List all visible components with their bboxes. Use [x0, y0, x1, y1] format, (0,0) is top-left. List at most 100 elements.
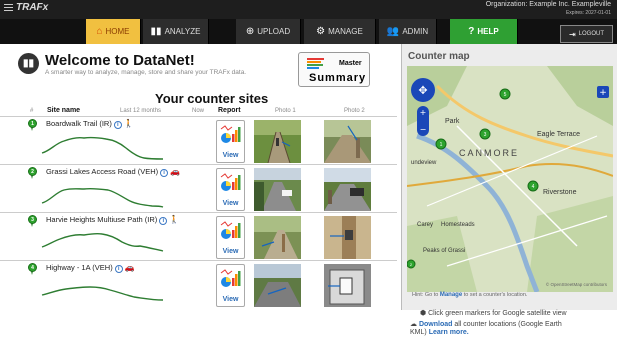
- nav-upload[interactable]: ⊕ UPLOAD: [236, 19, 301, 44]
- map-pin-icon: 3: [28, 215, 37, 227]
- download-link[interactable]: Download: [419, 321, 452, 328]
- nav-analyze[interactable]: ▮▮ ANALYZE: [143, 19, 209, 44]
- tip-satellite: ⬢ Click green markers for Google satelli…: [420, 310, 567, 317]
- map-hint: Hint: Go to Manage to set a counter's lo…: [412, 292, 528, 298]
- welcome-title: Welcome to DataNet!: [45, 52, 195, 69]
- info-icon[interactable]: i: [159, 217, 168, 225]
- summary-icon: [307, 58, 324, 70]
- site-row: 4 Highway - 1A (VEH) i 🚗 View: [0, 260, 397, 307]
- col-report: Report: [218, 107, 241, 114]
- gears-icon: ⚙: [316, 26, 326, 37]
- map-marker[interactable]: 4: [527, 180, 539, 192]
- site-photo-2[interactable]: [324, 120, 371, 163]
- info-icon[interactable]: i: [113, 121, 122, 129]
- map-title: Counter map: [408, 51, 470, 62]
- nav-admin[interactable]: 👥 ADMIN: [379, 19, 437, 44]
- logout-button[interactable]: ⇥ LOGOUT: [560, 25, 613, 43]
- nav-home[interactable]: ⌂ HOME: [86, 19, 141, 44]
- svg-text:+: +: [599, 88, 607, 98]
- tip-learn-more: KML) Learn more.: [410, 329, 469, 336]
- map-pin-icon: 1: [28, 119, 37, 131]
- site-row: 2 Grassi Lakes Access Road (VEH) i 🚗 View: [0, 164, 397, 211]
- view-link[interactable]: View: [217, 296, 244, 303]
- pedestrian-icon: 🚶: [169, 215, 180, 224]
- report-button[interactable]: View: [216, 264, 245, 307]
- counter-map-panel: Counter map ✥ + − + Park Eagle Terrace C…: [401, 44, 617, 336]
- site-row: 3 Harvie Heights Multiuse Path (IR) i 🚶 Vi…: [0, 212, 397, 259]
- report-button[interactable]: View: [216, 168, 245, 211]
- map-marker[interactable]: 1: [435, 138, 447, 150]
- col-site-name: Site name: [47, 107, 81, 114]
- menu-icon[interactable]: [4, 4, 13, 11]
- view-link[interactable]: View: [217, 152, 244, 159]
- svg-text:© OpenStreetMap contributors: © OpenStreetMap contributors: [546, 281, 608, 287]
- svg-text:CANMORE: CANMORE: [459, 148, 519, 158]
- org-info: Organization: Example Inc. Exampleville …: [486, 1, 611, 17]
- site-name[interactable]: Harvie Heights Multiuse Path (IR) i 🚶: [46, 215, 179, 225]
- nav-manage[interactable]: ⚙ MANAGE: [304, 19, 376, 44]
- svg-text:Riverstone: Riverstone: [543, 189, 577, 196]
- svg-text:5: 5: [504, 92, 507, 98]
- welcome-tagline: A smarter way to analyze, manage, store …: [45, 69, 247, 76]
- sparkline-chart: [41, 187, 164, 208]
- svg-text:Park: Park: [445, 118, 460, 125]
- cloud-download-icon: ☁: [410, 321, 417, 328]
- sites-title: Your counter sites: [155, 91, 269, 106]
- bar-chart-icon: ▮▮: [150, 26, 162, 37]
- counter-map[interactable]: ✥ + − + Park Eagle Terrace CANMORE undev…: [407, 66, 613, 292]
- site-row: 1 Boardwalk Trail (IR) i 🚶 View: [0, 116, 397, 163]
- site-photo-1[interactable]: [254, 168, 301, 211]
- view-link[interactable]: View: [217, 200, 244, 207]
- site-photo-2[interactable]: [324, 216, 371, 259]
- home-icon: ⌂: [96, 26, 103, 37]
- svg-text:Eagle Terrace: Eagle Terrace: [537, 131, 580, 138]
- col-photo-1: Photo 1: [275, 108, 296, 114]
- map-marker[interactable]: 3: [479, 128, 491, 140]
- master-label: Master: [339, 60, 362, 67]
- report-chart-icon: [220, 125, 241, 143]
- info-icon[interactable]: i: [160, 169, 169, 177]
- report-button[interactable]: View: [216, 216, 245, 259]
- master-summary-button[interactable]: Master Summary: [298, 52, 370, 87]
- report-button[interactable]: View: [216, 120, 245, 163]
- main-nav: ⌂ HOME ▮▮ ANALYZE ⊕ UPLOAD ⚙ MANAGE 👥 ADMIN ?…: [0, 19, 617, 44]
- brand-logo[interactable]: TRAFx: [4, 2, 48, 13]
- col-last-12-months: Last 12 months: [120, 108, 162, 114]
- users-icon: 👥: [386, 26, 400, 37]
- sparkline-chart: [41, 136, 164, 160]
- car-icon: 🚗: [124, 263, 135, 272]
- site-name[interactable]: Grassi Lakes Access Road (VEH) i 🚗: [46, 167, 180, 177]
- col-now: Now: [192, 108, 205, 114]
- nav-help[interactable]: ? HELP: [450, 19, 518, 44]
- manage-link[interactable]: Manage: [440, 292, 462, 298]
- sparkline-chart: [41, 286, 164, 301]
- site-photo-1[interactable]: [254, 120, 301, 163]
- site-name[interactable]: Boardwalk Trail (IR) i 🚶: [46, 119, 134, 129]
- site-photo-2[interactable]: [324, 264, 371, 307]
- report-chart-icon: [220, 269, 241, 287]
- pedestrian-icon: 🚶: [123, 119, 134, 128]
- svg-text:1: 1: [440, 142, 443, 148]
- svg-text:+: +: [420, 108, 427, 117]
- svg-text:−: −: [420, 125, 427, 134]
- site-photo-2[interactable]: [324, 168, 371, 211]
- site-name[interactable]: Highway - 1A (VEH) i 🚗: [46, 263, 135, 273]
- logout-icon: ⇥: [568, 29, 576, 39]
- map-marker[interactable]: 5: [499, 88, 511, 100]
- col-num: #: [30, 108, 34, 114]
- svg-text:Carey: Carey: [417, 222, 433, 228]
- info-icon[interactable]: i: [114, 265, 123, 273]
- svg-text:3: 3: [484, 132, 487, 138]
- site-photo-1[interactable]: [254, 216, 301, 259]
- report-chart-icon: [220, 173, 241, 191]
- sparkline-chart: [41, 232, 164, 252]
- svg-text:4: 4: [532, 184, 535, 190]
- upload-icon: ⊕: [245, 26, 255, 37]
- expiry-date: Expires: 2027-01-01: [565, 10, 611, 16]
- view-link[interactable]: View: [217, 248, 244, 255]
- home-panel: ▮▮ Welcome to DataNet! A smarter way to …: [0, 44, 397, 310]
- map-marker[interactable]: 2: [407, 259, 416, 269]
- site-photo-1[interactable]: [254, 264, 301, 307]
- learn-more-link[interactable]: Learn more.: [429, 329, 469, 336]
- car-icon: 🚗: [170, 167, 181, 176]
